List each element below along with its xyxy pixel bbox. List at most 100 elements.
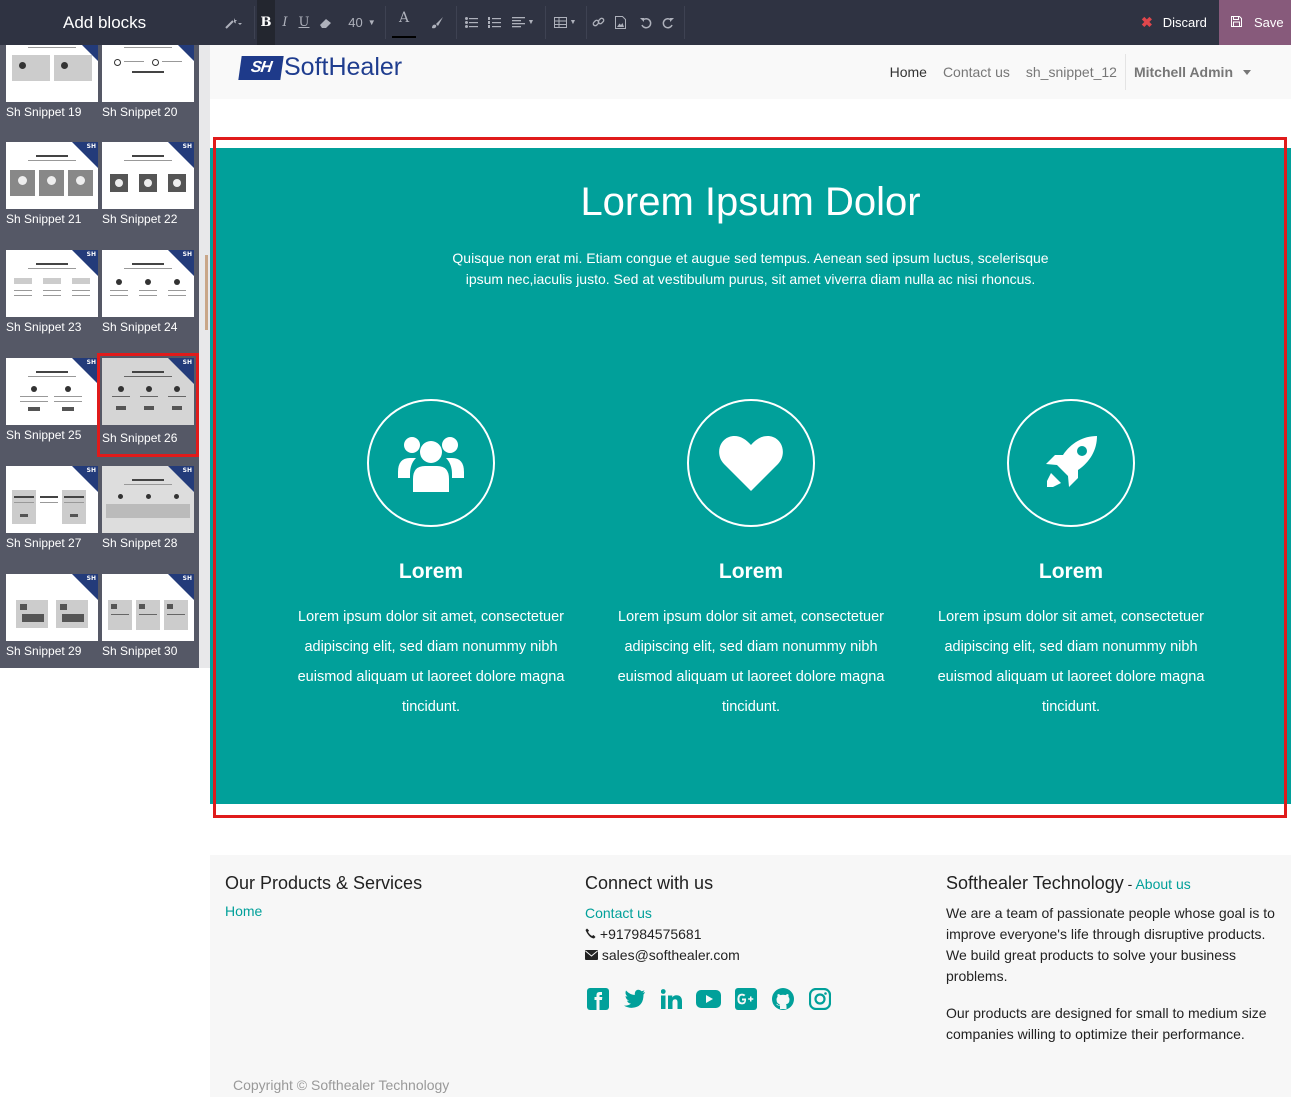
heart-icon (719, 435, 783, 491)
discard-button[interactable]: ✖ Discard (1129, 0, 1219, 45)
rocket-icon (1046, 436, 1097, 487)
logo-mark: SH (238, 55, 284, 80)
magic-wand-icon (225, 17, 242, 29)
site-footer: Our Products & Services Home Connect wit… (210, 855, 1291, 1097)
undo-button[interactable] (638, 0, 654, 45)
feature-text[interactable]: Lorem ipsum dolor sit amet, consectetuer… (931, 602, 1211, 722)
footer-link-about-us[interactable]: About us (1135, 876, 1190, 892)
email-address[interactable]: sales@softhealer.com (602, 947, 740, 963)
snippet-item[interactable]: SH Sh Snippet 27 (6, 466, 98, 566)
magic-wand-dropdown[interactable] (218, 0, 248, 45)
text-color-button[interactable]: A (392, 0, 416, 38)
envelope-icon (585, 947, 602, 963)
numbered-list-button[interactable] (486, 0, 502, 45)
footer-about-column: Softhealer Technology - About us We are … (946, 873, 1278, 1061)
eraser-button[interactable] (316, 0, 336, 45)
instagram-icon[interactable] (807, 986, 832, 1011)
email-line: sales@softhealer.com (585, 945, 915, 966)
site-logo[interactable]: SH SoftHealer (238, 53, 403, 82)
feature-text[interactable]: Lorem ipsum dolor sit amet, consectetuer… (611, 602, 891, 722)
youtube-icon[interactable] (696, 986, 721, 1011)
bold-button[interactable]: B (257, 0, 275, 45)
twitter-icon[interactable] (622, 986, 647, 1011)
font-size-dropdown[interactable]: 40 ▼ (344, 0, 380, 45)
site-header: SH SoftHealer Home Contact us sh_snippet… (210, 45, 1291, 99)
snippet-thumbnail: SH (6, 466, 98, 533)
nav-item-contact-us[interactable]: Contact us (935, 64, 1018, 80)
snippet-thumbnail: SH (102, 466, 194, 533)
list-ol-icon (487, 17, 501, 28)
phone-line: +917984575681 (585, 924, 915, 945)
user-menu[interactable]: Mitchell Admin (1124, 54, 1251, 90)
chevron-down-icon: ▼ (569, 19, 577, 26)
feature-heading[interactable]: Lorem (611, 560, 891, 584)
section-title[interactable]: Lorem Ipsum Dolor (210, 180, 1291, 225)
social-links (585, 986, 915, 1011)
snippet-scrollbar[interactable] (199, 45, 210, 668)
redo-button[interactable] (660, 0, 676, 45)
file-image-icon (614, 16, 626, 29)
snippet-item[interactable]: SH Sh Snippet 28 (102, 466, 194, 566)
google-plus-icon[interactable] (733, 986, 758, 1011)
feature-heading[interactable]: Lorem (291, 560, 571, 584)
chevron-down-icon: ▼ (367, 18, 376, 27)
footer-link-contact-us[interactable]: Contact us (585, 905, 652, 921)
snippet-item[interactable]: SH Sh Snippet 19 (6, 45, 98, 135)
section-subtitle[interactable]: Quisque non erat mi. Etiam congue et aug… (440, 248, 1061, 290)
snippet-item[interactable]: SH Sh Snippet 21 (6, 142, 98, 242)
user-name: Mitchell Admin (1133, 64, 1233, 80)
feature-column: Lorem Lorem ipsum dolor sit amet, consec… (931, 399, 1211, 722)
align-dropdown[interactable]: ▼ (508, 0, 538, 45)
snippet-thumbnail: SH (102, 45, 194, 102)
snippet-thumbnail: SH (6, 250, 98, 317)
feature-text[interactable]: Lorem ipsum dolor sit amet, consectetuer… (291, 602, 571, 722)
snippet-thumbnail: SH (102, 574, 194, 641)
font-color-icon: A (398, 10, 410, 26)
paint-brush-button[interactable] (426, 0, 448, 45)
snippet-item[interactable]: SH Sh Snippet 25 (6, 358, 98, 458)
feature-icon-circle (1007, 399, 1135, 527)
about-paragraph: Our products are designed for small to m… (946, 1005, 1267, 1042)
phone-icon (585, 926, 600, 942)
main-nav: Home Contact us sh_snippet_12 Mitchell A… (882, 45, 1251, 99)
underline-button[interactable]: U (296, 0, 312, 45)
linkedin-icon[interactable] (659, 986, 684, 1011)
nav-item-sh-snippet-12[interactable]: sh_snippet_12 (1018, 64, 1125, 80)
snippet-item[interactable]: SH Sh Snippet 29 (6, 574, 98, 668)
bullet-list-button[interactable] (463, 0, 479, 45)
snippet-item[interactable]: SH Sh Snippet 24 (102, 250, 194, 350)
snippet-item-selected[interactable]: SH Sh Snippet 26 (97, 353, 199, 457)
separator: - (1123, 876, 1136, 892)
facebook-icon[interactable] (585, 986, 610, 1011)
phone-number: +917984575681 (599, 926, 702, 942)
caret-down-icon (1243, 69, 1251, 75)
github-icon[interactable] (770, 986, 795, 1011)
snippet-item[interactable]: SH Sh Snippet 22 (102, 142, 194, 242)
footer-heading: Connect with us (585, 873, 714, 893)
company-name: Softhealer Technology (946, 873, 1124, 893)
link-button[interactable] (590, 0, 606, 45)
footer-heading: Softhealer Technology - About us (946, 873, 1278, 894)
italic-button[interactable]: I (277, 0, 293, 45)
feature-heading[interactable]: Lorem (931, 560, 1211, 584)
save-label: Save (1254, 15, 1284, 30)
snippet-item[interactable]: SH Sh Snippet 23 (6, 250, 98, 350)
discard-label: Discard (1162, 15, 1207, 30)
footer-products-column: Our Products & Services Home (225, 873, 545, 921)
table-dropdown[interactable]: ▼ (550, 0, 580, 45)
image-button[interactable] (612, 0, 628, 45)
logo-text: SoftHealer (284, 53, 403, 81)
undo-icon (640, 17, 652, 28)
snippet-item[interactable]: SH Sh Snippet 20 (102, 45, 194, 135)
save-button[interactable]: Save (1219, 0, 1291, 45)
snippet-list: SH Sh Snippet 19 SH Sh Snippet 2 (0, 45, 199, 668)
table-icon (553, 17, 567, 28)
snippet-thumbnail: SH (6, 574, 98, 641)
snippet-thumbnail: SH (102, 142, 194, 209)
feature-section[interactable]: Lorem Ipsum Dolor Quisque non erat mi. E… (210, 148, 1291, 804)
nav-item-home[interactable]: Home (882, 64, 935, 80)
chevron-down-icon: ▼ (527, 19, 535, 26)
snippet-thumbnail: SH (6, 45, 98, 102)
footer-link-home[interactable]: Home (225, 903, 262, 919)
snippet-item[interactable]: SH Sh Snippet 30 (102, 574, 194, 668)
